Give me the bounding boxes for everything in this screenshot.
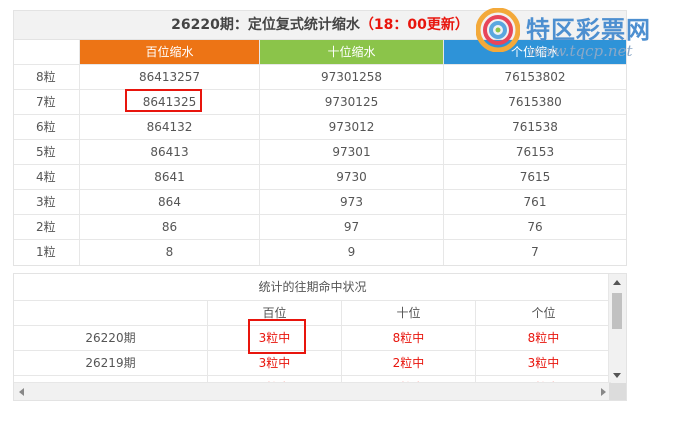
row-label: 1粒 — [14, 240, 80, 265]
cell-units: 7615380 — [444, 90, 626, 115]
scroll-down-arrow-icon[interactable] — [613, 373, 621, 378]
history-period: 26219期 — [14, 351, 208, 376]
cell-hundreds: 86413 — [80, 140, 260, 165]
history-header-blank — [14, 301, 208, 326]
cell-hundreds: 864132 — [80, 115, 260, 140]
cell-units: 761 — [444, 190, 626, 215]
row-label: 7粒 — [14, 90, 80, 115]
history-tens: 8粒中 — [342, 326, 476, 351]
scroll-right-arrow-icon[interactable] — [601, 388, 606, 396]
history-period: 26220期 — [14, 326, 208, 351]
row-label: 8粒 — [14, 65, 80, 90]
cell-tens: 973 — [260, 190, 444, 215]
history-header-hundreds: 百位 — [208, 301, 342, 326]
cell-hundreds: 864 — [80, 190, 260, 215]
row-label: 2粒 — [14, 215, 80, 240]
cell-units: 76153802 — [444, 65, 626, 90]
row-label: 4粒 — [14, 165, 80, 190]
site-logo: 特区彩票网 www.tqcp.net — [476, 8, 676, 68]
cell-units: 7615 — [444, 165, 626, 190]
history-title: 统计的往期命中状况 — [14, 274, 611, 301]
header-blank — [14, 40, 80, 65]
history-hundreds: 3粒中 — [208, 326, 342, 351]
cell-hundreds: 86413257 — [80, 65, 260, 90]
cell-tens: 973012 — [260, 115, 444, 140]
header-hundreds: 百位缩水 — [80, 40, 260, 65]
cell-tens: 9 — [260, 240, 444, 265]
swirl-logo-icon — [476, 8, 520, 52]
cell-hundreds: 86 — [80, 215, 260, 240]
history-header-units: 个位 — [476, 301, 611, 326]
cell-tens: 97301 — [260, 140, 444, 165]
horizontal-scrollbar[interactable] — [14, 382, 611, 400]
scroll-left-arrow-icon[interactable] — [19, 388, 24, 396]
scrollbar-corner — [609, 383, 626, 400]
cell-tens: 9730 — [260, 165, 444, 190]
history-panel[interactable]: 统计的往期命中状况 百位 十位 个位 26220期 3粒中 8粒中 8粒中 26219期… — [13, 273, 627, 401]
history-grid: 百位 十位 个位 26220期3粒中8粒中8粒中26219期3粒中2粒中3粒中2… — [14, 301, 611, 390]
stats-grid: 百位缩水 十位缩水 个位缩水 8粒 86413257 97301258 7615380… — [14, 40, 626, 265]
cell-tens: 97 — [260, 215, 444, 240]
cell-hundreds: 8641325 — [80, 90, 260, 115]
title-prefix: 26220期：定位复式统计缩水 — [171, 17, 360, 33]
logo-name: 特区彩票网 — [526, 16, 651, 44]
logo-url: www.tqcp.net — [528, 42, 633, 60]
cell-tens: 97301258 — [260, 65, 444, 90]
cell-units: 761538 — [444, 115, 626, 140]
scroll-thumb[interactable] — [612, 293, 622, 329]
header-tens: 十位缩水 — [260, 40, 444, 65]
cell-units: 76153 — [444, 140, 626, 165]
cell-hundreds: 8 — [80, 240, 260, 265]
vertical-scrollbar[interactable] — [608, 274, 626, 384]
row-label: 6粒 — [14, 115, 80, 140]
history-tens: 2粒中 — [342, 351, 476, 376]
history-hundreds: 3粒中 — [208, 351, 342, 376]
scroll-up-arrow-icon[interactable] — [613, 280, 621, 285]
row-label: 3粒 — [14, 190, 80, 215]
cell-hundreds: 8641 — [80, 165, 260, 190]
cell-units: 7 — [531, 245, 539, 259]
update-time: （18：00更新） — [359, 17, 469, 33]
cell-units: 76 — [444, 215, 626, 240]
row-label: 5粒 — [14, 140, 80, 165]
history-units: 8粒中 — [476, 326, 611, 351]
history-units: 3粒中 — [476, 351, 611, 376]
history-header-tens: 十位 — [342, 301, 476, 326]
cell-tens: 9730125 — [260, 90, 444, 115]
